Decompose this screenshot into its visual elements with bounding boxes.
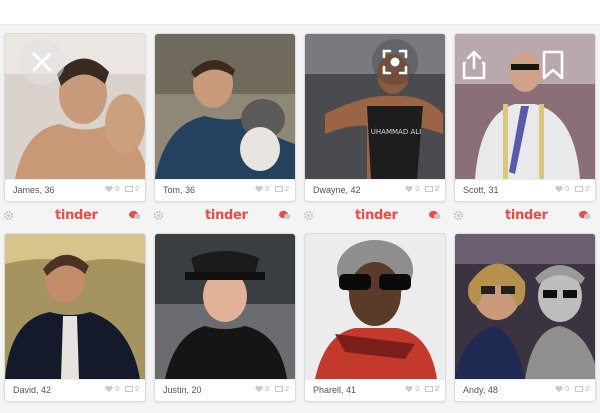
gear-icon[interactable]: [3, 210, 14, 221]
tinder-logo: tinder: [505, 208, 548, 223]
photo-stat: 2: [275, 186, 289, 193]
photo-icon: [275, 386, 284, 393]
card-stats: 0 2: [251, 386, 289, 393]
photo-icon: [425, 386, 434, 393]
top-bar: [0, 0, 600, 25]
profile-name: Dwayne, 42: [313, 185, 361, 195]
profile-grid: James, 36 0 2 Tom, 36 0 2 UHAMMAD ALI Dw…: [0, 24, 600, 413]
photo-stat: 2: [425, 386, 439, 393]
gear-icon[interactable]: [153, 210, 164, 221]
heart-icon: [555, 186, 563, 193]
card-footer: Scott, 31 0 2: [455, 179, 595, 201]
photo-stat: 2: [575, 386, 589, 393]
tinder-logo: tinder: [55, 208, 98, 223]
like-stat: 0: [105, 186, 119, 193]
close-icon: [32, 52, 52, 72]
like-stat: 0: [255, 386, 269, 393]
tinder-logo: tinder: [355, 208, 398, 223]
like-stat: 0: [405, 386, 419, 393]
share-icon: [462, 50, 486, 80]
card-stats: 0 2: [401, 386, 439, 393]
heart-icon: [255, 386, 263, 393]
profile-card-pharell[interactable]: Pharell, 41 0 2: [304, 233, 446, 402]
photo-stat: 2: [125, 186, 139, 193]
photo-icon: [575, 386, 584, 393]
profile-card-andy[interactable]: Andy, 48 0 2: [454, 233, 596, 402]
like-stat: 0: [255, 186, 269, 193]
card-footer: Andy, 48 0 2: [455, 379, 595, 401]
chat-bubble-icon[interactable]: [578, 210, 591, 221]
chat-bubble-icon[interactable]: [428, 210, 441, 221]
photo-icon: [425, 186, 434, 193]
card-footer: Pharell, 41 0 2: [305, 379, 445, 401]
profile-name: David, 42: [13, 385, 52, 395]
photo-stat: 2: [125, 386, 139, 393]
profile-photo[interactable]: [455, 234, 595, 379]
card-footer: Justin, 20 0 2: [155, 379, 295, 401]
card-footer: Tom, 36 0 2: [155, 179, 295, 201]
gear-icon[interactable]: [303, 210, 314, 221]
photo-stat: 2: [575, 186, 589, 193]
profile-name: Pharell, 41: [313, 385, 357, 395]
chat-bubble-icon[interactable]: [278, 210, 291, 221]
like-stat: 0: [405, 186, 419, 193]
profile-photo[interactable]: [155, 34, 295, 179]
photo-stat: 2: [275, 386, 289, 393]
card-stats: 0 2: [251, 186, 289, 193]
photo-icon: [575, 186, 584, 193]
photo-icon: [275, 186, 284, 193]
photo-icon: [125, 386, 134, 393]
profile-card-tom[interactable]: Tom, 36 0 2: [154, 33, 296, 202]
close-button[interactable]: [19, 39, 65, 85]
heart-icon: [555, 386, 563, 393]
card-stats: 0 2: [101, 186, 139, 193]
profile-name: Andy, 48: [463, 385, 498, 395]
bookmark-button[interactable]: [541, 50, 565, 80]
card-footer: David, 42 0 2: [5, 379, 145, 401]
profile-card-david[interactable]: David, 42 0 2: [4, 233, 146, 402]
like-stat: 0: [105, 386, 119, 393]
brand-row: tinder tinder tinder tinder: [0, 208, 600, 226]
profile-photo[interactable]: [305, 234, 445, 379]
heart-icon: [405, 186, 413, 193]
profile-photo[interactable]: [5, 234, 145, 379]
profile-name: Tom, 36: [163, 185, 196, 195]
profile-name: Scott, 31: [463, 185, 499, 195]
chat-bubble-icon[interactable]: [128, 210, 141, 221]
profile-name: James, 36: [13, 185, 55, 195]
card-stats: 0 2: [101, 386, 139, 393]
gear-icon[interactable]: [453, 210, 464, 221]
tinder-logo: tinder: [205, 208, 248, 223]
profile-name: Justin, 20: [163, 385, 202, 395]
like-stat: 0: [555, 386, 569, 393]
card-footer: James, 36 0 2: [5, 179, 145, 201]
like-stat: 0: [555, 186, 569, 193]
card-stats: 0 2: [551, 386, 589, 393]
scan-icon: [382, 49, 408, 75]
photo-stat: 2: [425, 186, 439, 193]
card-footer: Dwayne, 42 0 2: [305, 179, 445, 201]
profile-photo[interactable]: [155, 234, 295, 379]
heart-icon: [105, 386, 113, 393]
card-stats: 0 2: [551, 186, 589, 193]
profile-card-justin[interactable]: Justin, 20 0 2: [154, 233, 296, 402]
bookmark-icon: [542, 50, 564, 80]
heart-icon: [105, 186, 113, 193]
heart-icon: [255, 186, 263, 193]
lens-button[interactable]: [372, 39, 418, 85]
heart-icon: [405, 386, 413, 393]
photo-icon: [125, 186, 134, 193]
tank-top-text: UHAMMAD ALI: [371, 128, 421, 136]
share-button[interactable]: [462, 50, 486, 80]
card-stats: 0 2: [401, 186, 439, 193]
